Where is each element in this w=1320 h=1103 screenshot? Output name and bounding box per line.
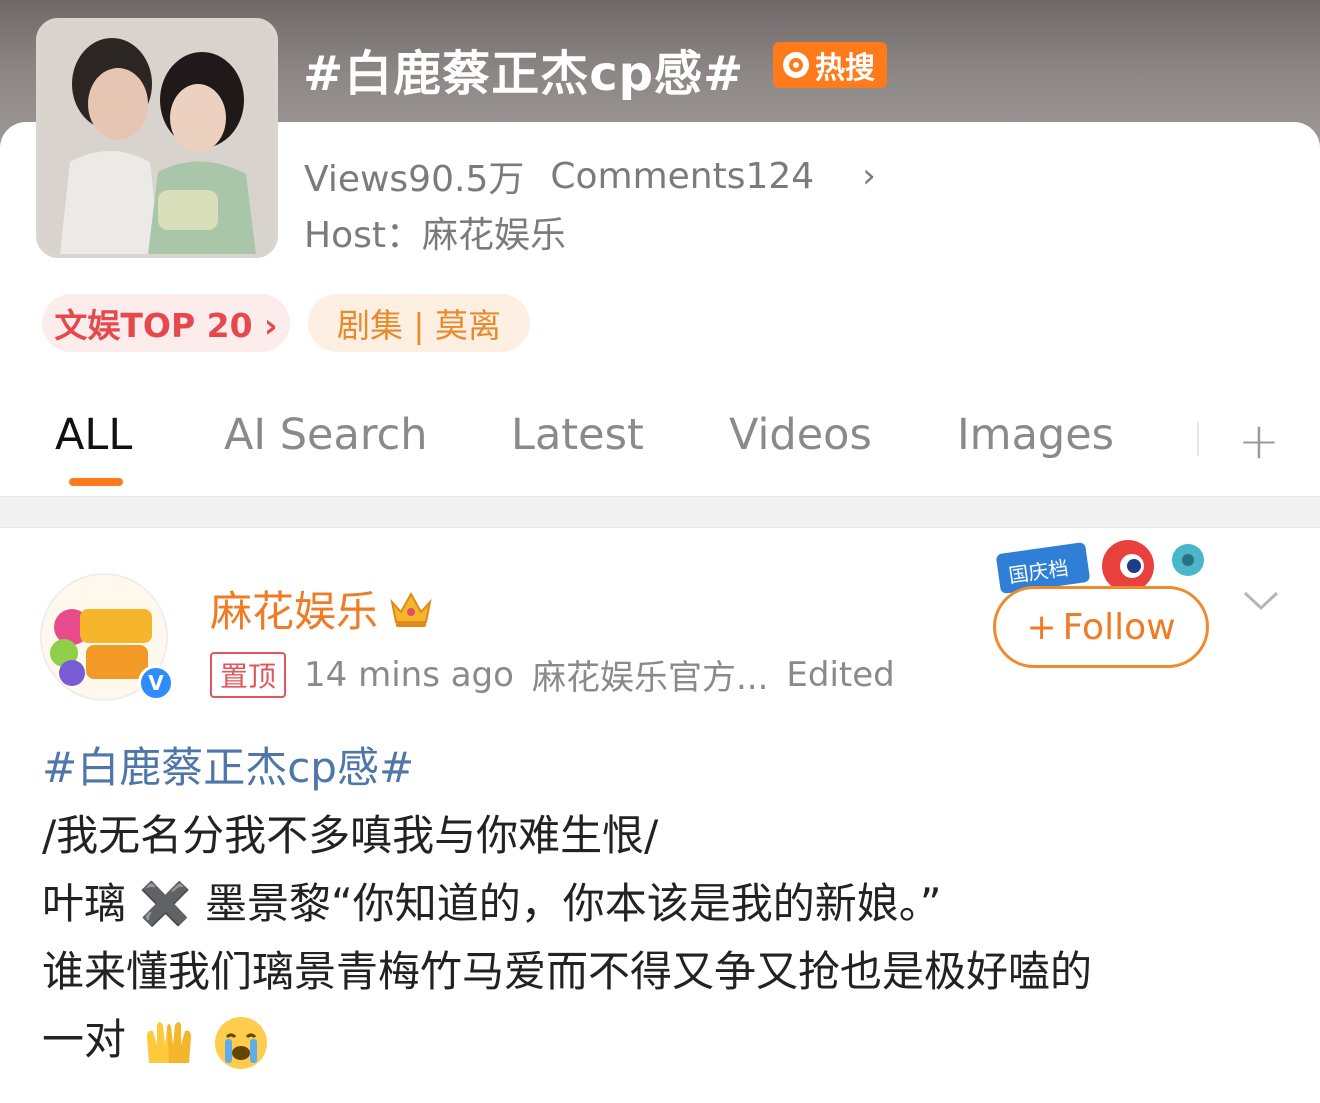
post-meta: 置顶 14 mins ago 麻花娱乐官方... Edited xyxy=(210,650,895,699)
tab-ai-search[interactable]: AI Search xyxy=(224,410,428,460)
post-hashtag[interactable]: #白鹿蔡正杰cp感# xyxy=(42,734,1292,802)
pinned-badge: 置顶 xyxy=(210,651,287,698)
hot-badge-label: 热搜 xyxy=(815,51,875,86)
tab-images[interactable]: Images xyxy=(957,410,1114,460)
raised-hands-emoji-icon xyxy=(147,1021,192,1063)
avatar[interactable]: V xyxy=(40,573,174,701)
post-time: 14 mins ago xyxy=(304,654,514,695)
crying-face-emoji-icon xyxy=(214,1016,267,1069)
author-label: 麻花娱乐 xyxy=(210,587,379,636)
post-card: V 麻花娱乐 置顶 14 mins ago 麻花娱乐官方... Edited 国… xyxy=(0,528,1320,1103)
post-line: 谁来懂我们璃景青梅竹马爱而不得又争又抢也是极好嗑的 xyxy=(42,947,1093,996)
post-last-line: 一对 xyxy=(42,1006,1292,1074)
verified-badge-icon: V xyxy=(138,665,174,701)
post-line: /我无名分我不多嗔我与你难生恨/ xyxy=(42,811,659,860)
host-name: 麻花娱乐 xyxy=(421,215,566,256)
active-tab-indicator xyxy=(69,478,123,486)
tab-videos[interactable]: Videos xyxy=(729,410,872,460)
hot-search-icon xyxy=(783,52,809,78)
chevron-right-icon: › xyxy=(862,156,876,196)
post-body: #白鹿蔡正杰cp感# /我无名分我不多嗔我与你难生恨/ 叶璃 ✖️ 墨景黎“你知… xyxy=(42,734,1292,1074)
topic-cover-image[interactable] xyxy=(36,18,278,258)
drama-tag[interactable]: 剧集 | 莫离 xyxy=(308,294,530,352)
post-source[interactable]: 麻花娱乐官方... xyxy=(532,650,768,699)
tab-all[interactable]: ALL xyxy=(55,410,132,460)
topic-title: #白鹿蔡正杰cp感# xyxy=(303,46,745,102)
post-line: 一对 xyxy=(42,1015,127,1064)
topic-host[interactable]: Host：麻花娱乐 xyxy=(304,206,566,258)
content-tabs: ALL AI Search Latest Videos Images + xyxy=(0,400,1320,496)
plus-icon: + xyxy=(1026,606,1057,648)
author-name[interactable]: 麻花娱乐 xyxy=(210,578,434,639)
views-count: Views90.5万 xyxy=(304,159,525,200)
chevron-down-icon[interactable] xyxy=(1242,588,1280,614)
post-line: 叶璃 ✖️ 墨景黎“你知道的，你本该是我的新娘。” xyxy=(42,879,942,928)
tab-latest[interactable]: Latest xyxy=(511,410,644,460)
follow-button[interactable]: + Follow xyxy=(993,586,1209,668)
host-label: Host： xyxy=(304,215,422,256)
follow-label: Follow xyxy=(1062,606,1176,648)
topic-stats[interactable]: Views90.5万 Comments124 › xyxy=(304,150,876,202)
section-divider xyxy=(0,496,1320,528)
crown-icon xyxy=(390,591,432,627)
add-tab-icon[interactable]: + xyxy=(1238,412,1280,470)
comments-count: Comments124 xyxy=(550,155,815,197)
tab-divider xyxy=(1197,422,1199,456)
edited-label[interactable]: Edited xyxy=(786,655,894,695)
ranking-tag[interactable]: 文娱TOP 20 › xyxy=(42,294,290,352)
hot-search-badge[interactable]: 热搜 xyxy=(773,42,887,88)
